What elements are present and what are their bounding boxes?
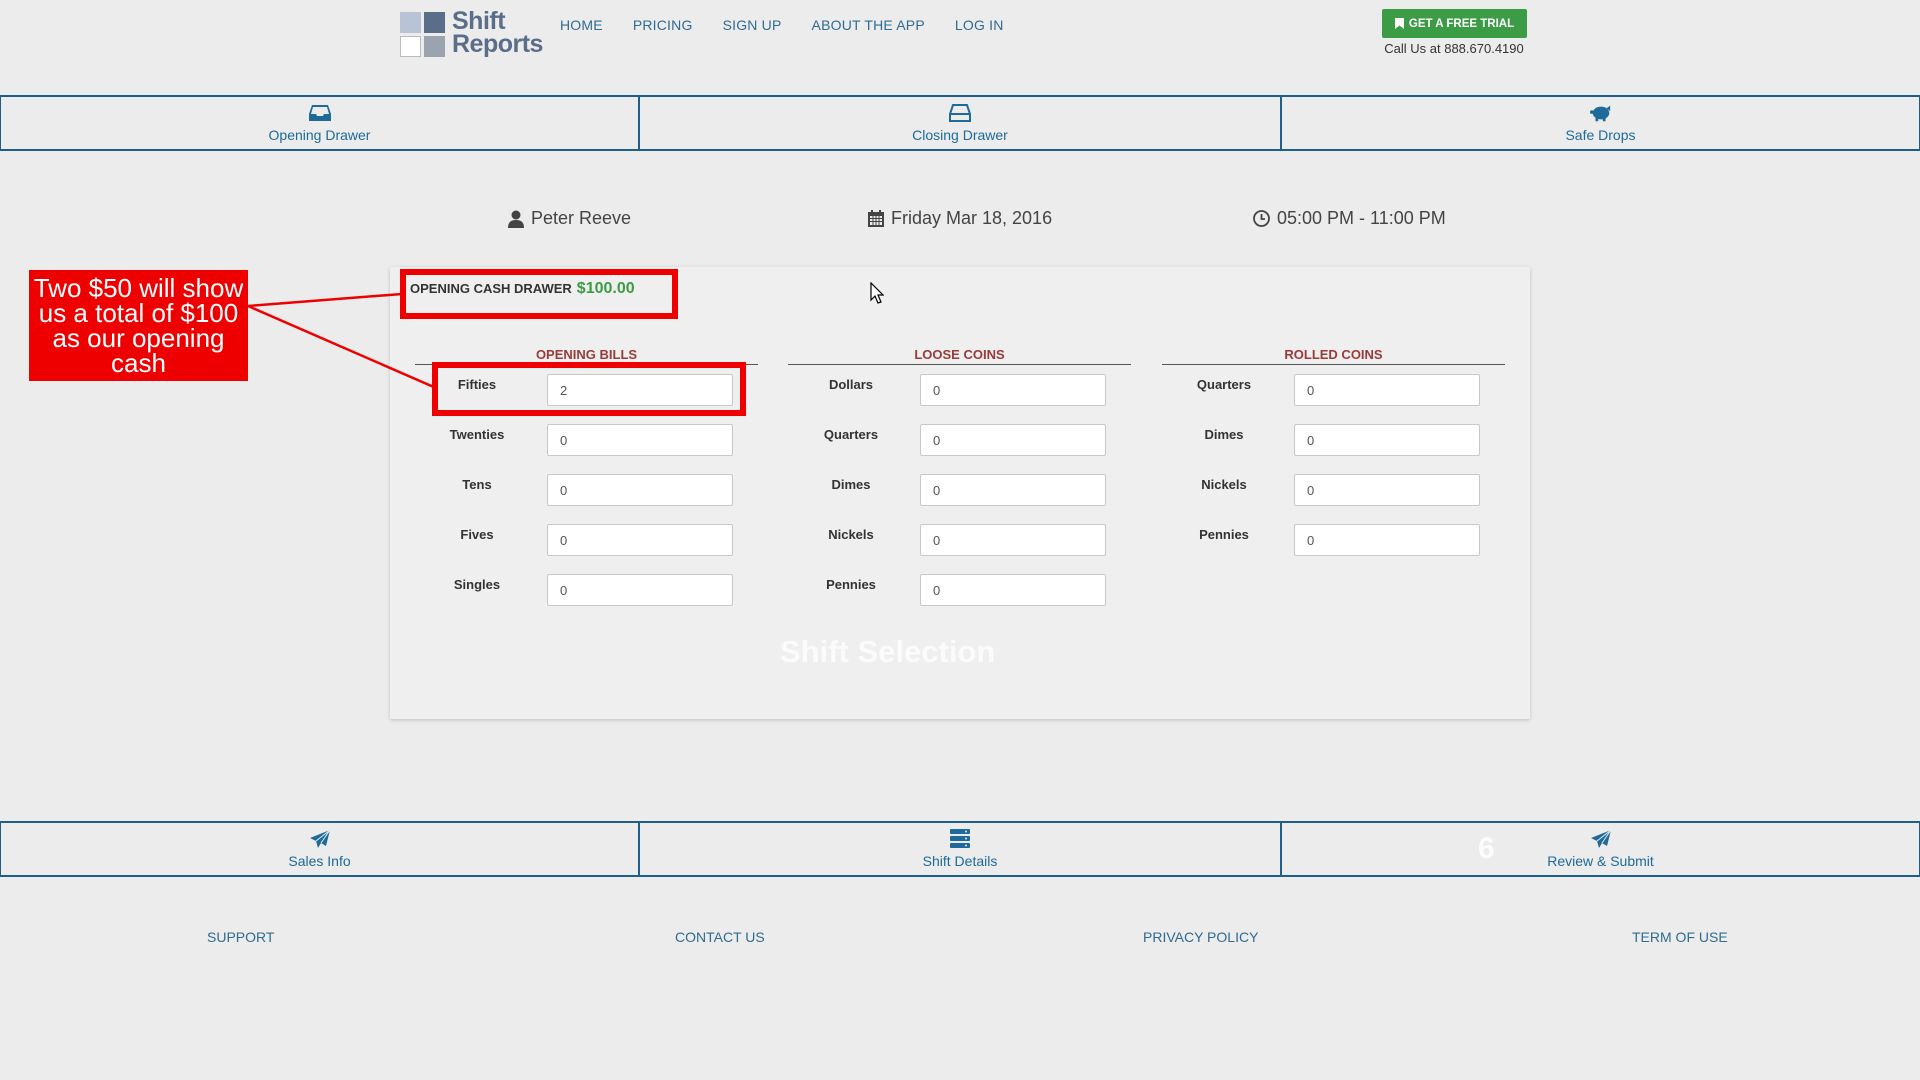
paper-plane-icon: [1590, 829, 1611, 848]
tab-sales-info[interactable]: Sales Info: [0, 821, 639, 877]
bottom-tab-bar: Sales Info Shift Details Review & Submit: [0, 821, 1920, 879]
annotation-lines: [247, 292, 437, 390]
tab-shift-details[interactable]: Shift Details: [639, 821, 1281, 877]
footer-privacy-link[interactable]: PRIVACY POLICY: [1143, 929, 1258, 945]
tab-shift-details-label: Shift Details: [922, 853, 998, 869]
footer-terms-link[interactable]: TERM OF USE: [1632, 929, 1728, 945]
tab-review-submit[interactable]: Review & Submit: [1281, 821, 1920, 877]
paper-plane-icon: [309, 829, 330, 848]
step-number-watermark: 6: [1478, 832, 1495, 865]
tab-review-submit-label: Review & Submit: [1547, 853, 1654, 869]
footer-contact-link[interactable]: CONTACT US: [675, 929, 765, 945]
annotation-text: Two $50 will show us a total of $100 as …: [33, 272, 244, 378]
annotation-callout: Two $50 will show us a total of $100 as …: [29, 270, 248, 381]
mouse-cursor-icon: [870, 282, 884, 304]
fifties-highlight-box: [432, 362, 746, 416]
opening-total-highlight-box: [400, 269, 678, 319]
server-icon: [950, 829, 970, 848]
tab-sales-info-label: Sales Info: [288, 853, 351, 869]
footer-support-link[interactable]: SUPPORT: [207, 929, 274, 945]
